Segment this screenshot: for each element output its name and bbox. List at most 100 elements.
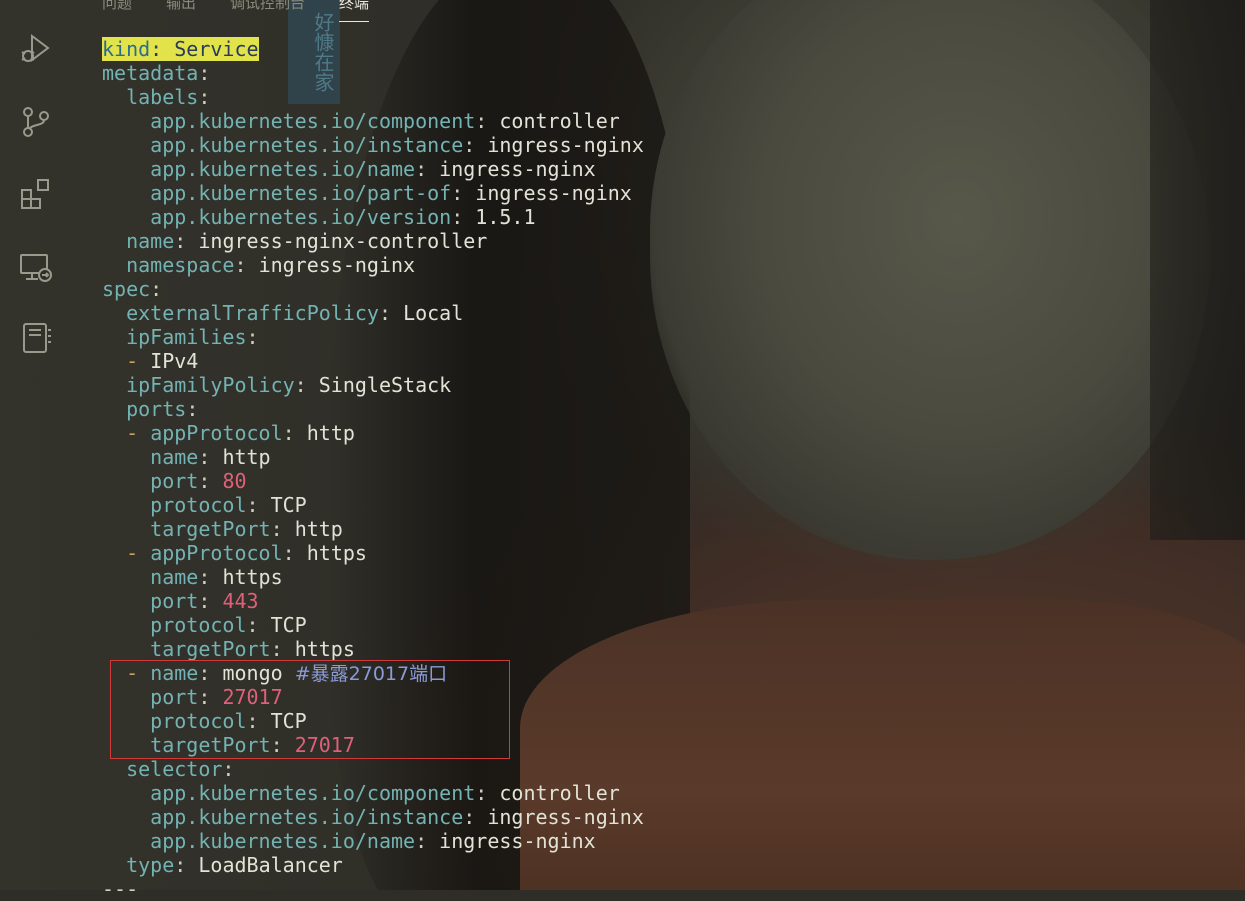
code-line: externalTrafficPolicy: Local [126,301,464,325]
run-debug-icon[interactable] [16,28,56,68]
yaml-key: type [126,853,175,877]
yaml-value: ingress-nginx [258,253,416,277]
yaml-key: appProtocol [150,421,283,445]
yaml-key: app.kubernetes.io/name [150,157,416,181]
yaml-value: SingleStack [318,373,452,397]
yaml-value: IPv4 [150,349,199,373]
code-line: app.kubernetes.io/component: controller [150,109,620,133]
yaml-key: app.kubernetes.io/instance [150,133,464,157]
yaml-value: Service [174,37,259,61]
yaml-key: selector [126,757,223,781]
yaml-value: https [306,541,367,565]
yaml-key: namespace [126,253,235,277]
yaml-value: https [222,565,283,589]
code-line: type: LoadBalancer [126,853,343,877]
yaml-key: app.kubernetes.io/component [150,781,476,805]
extensions-icon[interactable] [16,174,56,214]
yaml-key: ports [126,397,187,421]
yaml-key: app.kubernetes.io/name [150,829,416,853]
tab-problems[interactable]: 问题 [102,0,132,22]
yaml-key: port [150,589,199,613]
annotation-box [110,660,510,759]
yaml-value: http [306,421,355,445]
code-line: port: 80 [150,469,247,493]
yaml-key: name [126,229,175,253]
code-line: app.kubernetes.io/version: 1.5.1 [150,205,536,229]
yaml-value: https [294,637,355,661]
code-line: spec: [102,277,163,301]
code-line: ipFamilyPolicy: SingleStack [126,373,452,397]
yaml-value: ingress-nginx-controller [198,229,488,253]
yaml-value: ingress-nginx [487,133,644,157]
code-line: kind: Service [102,37,644,61]
code-line: labels: [126,85,211,109]
yaml-key: name [150,445,199,469]
yaml-key: protocol [150,613,247,637]
yaml-value: Local [403,301,464,325]
yaml-value: http [222,445,271,469]
yaml-key: port [150,469,199,493]
yaml-key: app.kubernetes.io/component [150,109,476,133]
code-line: app.kubernetes.io/name: ingress-nginx [150,829,596,853]
yaml-key: name [150,565,199,589]
code-line: targetPort: https [150,637,355,661]
code-line: --- [102,877,644,901]
code-line: name: http [150,445,271,469]
code-line: port: 443 [150,589,259,613]
source-control-icon[interactable] [16,102,56,142]
code-line: protocol: TCP [150,493,307,517]
code-line: app.kubernetes.io/name: ingress-nginx [150,157,596,181]
code-line: - appProtocol: https [126,541,367,565]
yaml-value: http [294,517,343,541]
code-line: - IPv4 [126,349,199,373]
code-line: - appProtocol: http [126,421,355,445]
remote-explorer-icon[interactable] [16,248,56,288]
yaml-key: spec [102,277,151,301]
code-line: app.kubernetes.io/part-of: ingress-nginx [150,181,632,205]
yaml-key: metadata [102,61,199,85]
code-line: app.kubernetes.io/component: controller [150,781,620,805]
yaml-key: labels [126,85,199,109]
yaml-key: targetPort [150,637,271,661]
yaml-value: 80 [222,469,247,493]
yaml-value: TCP [270,493,307,517]
yaml-value: TCP [270,613,307,637]
search-highlight: kind: Service [102,37,259,61]
yaml-key: kind [102,37,151,61]
code-line: name: https [150,565,283,589]
yaml-value: ingress-nginx [475,181,632,205]
yaml-value: ingress-nginx [439,157,596,181]
yaml-editor[interactable]: kind: Service metadata: labels: app.kuber… [102,37,644,901]
tab-debug-console[interactable]: 调试控制台 [230,0,305,22]
yaml-value: --- [102,877,139,901]
yaml-key: app.kubernetes.io/version [150,205,452,229]
yaml-key: externalTrafficPolicy [126,301,379,325]
yaml-key: ipFamilies [126,325,247,349]
yaml-value: 443 [222,589,259,613]
yaml-key: protocol [150,493,247,517]
yaml-value: LoadBalancer [198,853,343,877]
yaml-key: app.kubernetes.io/part-of [150,181,452,205]
tab-terminal[interactable]: 终端 [339,0,370,22]
panel-tabs: 问题 输出 调试控制台 终端 [102,0,370,22]
code-line: metadata: [102,61,211,85]
yaml-key: app.kubernetes.io/instance [150,805,464,829]
yaml-value: controller [499,109,620,133]
code-line: targetPort: http [150,517,343,541]
code-line: name: ingress-nginx-controller [126,229,488,253]
tab-output[interactable]: 输出 [166,0,196,22]
code-line: ipFamilies: [126,325,259,349]
code-line: ports: [126,397,199,421]
code-line: namespace: ingress-nginx [126,253,416,277]
yaml-key: ipFamilyPolicy [126,373,295,397]
yaml-value: ingress-nginx [439,829,596,853]
notebook-icon[interactable] [16,318,56,358]
code-line: app.kubernetes.io/instance: ingress-ngin… [150,805,644,829]
code-line: protocol: TCP [150,613,307,637]
yaml-key: appProtocol [150,541,283,565]
yaml-value: controller [499,781,620,805]
yaml-key: targetPort [150,517,271,541]
code-line: app.kubernetes.io/instance: ingress-ngin… [150,133,644,157]
yaml-value: 1.5.1 [475,205,536,229]
yaml-value: ingress-nginx [487,805,644,829]
